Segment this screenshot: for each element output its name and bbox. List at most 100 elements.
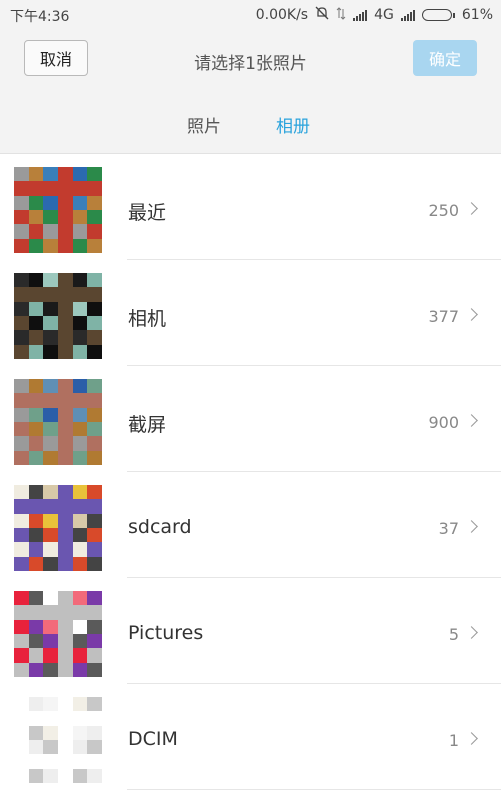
chevron-right-icon [465,308,478,321]
album-row-recent[interactable]: 最近 250 [0,154,501,260]
thumbnail-tile [58,167,74,182]
thumbnail-tile [14,725,30,741]
thumbnail-tile [43,556,59,571]
thumbnail-tile [72,273,88,288]
album-list: 最近 250 相机 377 截屏 900 sdcard 37 Pictures … [0,154,501,790]
thumbnail-tile [58,195,74,211]
thumbnail-tile [58,711,74,727]
thumbnail-tile [14,238,30,253]
album-thumbnail [14,273,102,359]
thumbnail-tile [43,210,59,225]
thumbnail-tile [28,711,44,727]
thumbnail-tile [28,450,44,465]
thumbnail-tile [14,556,30,571]
thumbnail-tile [28,407,44,423]
thumbnail-tile [43,499,59,515]
album-row-sdcard[interactable]: sdcard 37 [0,472,501,578]
thumbnail-tile [58,528,74,543]
thumbnail-tile [72,711,88,727]
thumbnail-tile [43,634,59,649]
album-thumbnail [14,697,102,783]
thumbnail-tile [43,513,59,529]
thumbnail-tile [58,287,74,303]
thumbnail-tile [72,238,88,253]
thumbnail-tile [28,210,44,225]
album-row-screenshots[interactable]: 截屏 900 [0,366,501,472]
album-name: 最近 [128,202,167,224]
album-row-dcim[interactable]: DCIM 1 [0,684,501,790]
thumbnail-tile [43,316,59,331]
thumbnail-tile [72,167,88,182]
album-thumbnail [14,591,102,677]
thumbnail-tile [58,591,74,606]
tab-photos[interactable]: 照片 [187,112,221,137]
status-right: 0.00K/s 4G 61% [256,6,493,24]
thumbnail-tile [28,485,44,500]
thumbnail-tile [72,224,88,240]
thumbnail-tile [28,379,44,394]
thumbnail-tile [72,740,88,755]
thumbnail-tile [14,330,30,346]
album-thumbnail [14,379,102,465]
thumbnail-tile [14,167,30,182]
thumbnail-tile [28,591,44,606]
album-thumbnail [14,485,102,571]
thumbnail-tile [14,542,30,558]
thumbnail-tile [87,768,102,783]
thumbnail-tile [14,485,30,500]
thumbnail-tile [43,238,59,253]
signal-icon [400,9,415,21]
thumbnail-tile [87,485,102,500]
thumbnail-tile [28,167,44,182]
thumbnail-tile [58,619,74,635]
thumbnail-tile [28,422,44,437]
thumbnail-tile [28,273,44,288]
mute-bell-icon [315,6,329,24]
thumbnail-tile [72,393,88,409]
thumbnail-tile [28,238,44,253]
thumbnail-tile [43,393,59,409]
status-bar: 下午4:36 0.00K/s 4G 61% [0,0,501,30]
thumbnail-tile [87,619,102,635]
thumbnail-tile [58,725,74,741]
thumbnail-tile [58,436,74,452]
thumbnail-tile [14,316,30,331]
thumbnail-tile [28,195,44,211]
thumbnail-tile [28,556,44,571]
thumbnail-tile [14,648,30,664]
thumbnail-tile [58,210,74,225]
thumbnail-tile [14,662,30,677]
thumbnail-tile [87,513,102,529]
thumbnail-tile [14,436,30,452]
tab-albums[interactable]: 相册 [276,112,310,137]
thumbnail-tile [72,407,88,423]
thumbnail-tile [43,287,59,303]
chevron-right-icon [465,732,478,745]
thumbnail-tile [28,725,44,741]
thumbnail-tile [43,224,59,240]
thumbnail-tile [58,407,74,423]
thumbnail-tile [58,273,74,288]
confirm-button[interactable]: 确定 [413,40,477,76]
album-row-camera[interactable]: 相机 377 [0,260,501,366]
thumbnail-tile [72,768,88,783]
thumbnail-tile [87,301,102,317]
thumbnail-tile [87,273,102,288]
thumbnail-tile [87,316,102,331]
album-name: 截屏 [128,414,167,436]
album-row-pictures[interactable]: Pictures 5 [0,578,501,684]
thumbnail-tile [72,210,88,225]
thumbnail-tile [87,393,102,409]
thumbnail-tile [72,619,88,635]
thumbnail-tile [72,436,88,452]
thumbnail-tile [58,513,74,529]
thumbnail-tile [43,301,59,317]
thumbnail-tile [58,379,74,394]
thumbnail-tile [28,662,44,677]
thumbnail-tile [14,301,30,317]
signal-icon [353,9,368,21]
thumbnail-tile [28,634,44,649]
thumbnail-tile [28,740,44,755]
album-name: 相机 [128,308,167,330]
thumbnail-tile [14,273,30,288]
